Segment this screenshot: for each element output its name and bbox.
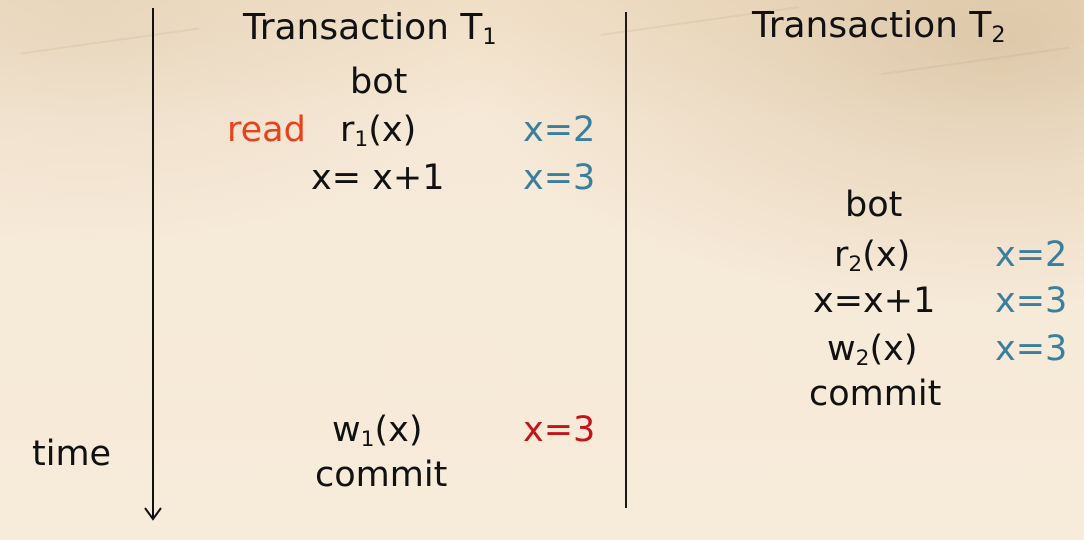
- t2-commit: commit: [809, 374, 942, 414]
- t1-increment-op: x= x+1: [311, 158, 445, 198]
- t1-heading: Transaction T1: [243, 7, 497, 50]
- t1-increment-value: x=3: [523, 158, 596, 198]
- t2-increment-value: x=3: [995, 281, 1068, 321]
- column-divider: [625, 12, 627, 508]
- t2-increment-op: x=x+1: [813, 281, 936, 321]
- t1-commit: commit: [315, 455, 448, 495]
- time-label: time: [32, 434, 112, 474]
- t1-write-value: x=3: [523, 410, 596, 450]
- time-arrow: [144, 8, 162, 521]
- read-label: read: [227, 110, 306, 150]
- t1-write-op: w1(x): [332, 410, 423, 452]
- t2-write-op: w2(x): [827, 329, 918, 371]
- t1-read-op: r1(x): [340, 110, 417, 152]
- t2-bot: bot: [845, 185, 903, 225]
- t1-bot: bot: [350, 62, 408, 102]
- t2-heading: Transaction T2: [752, 5, 1006, 48]
- t1-read-value: x=2: [523, 110, 596, 150]
- t2-read-value: x=2: [995, 235, 1068, 275]
- t2-write-value: x=3: [995, 329, 1068, 369]
- t2-read-op: r2(x): [834, 235, 911, 277]
